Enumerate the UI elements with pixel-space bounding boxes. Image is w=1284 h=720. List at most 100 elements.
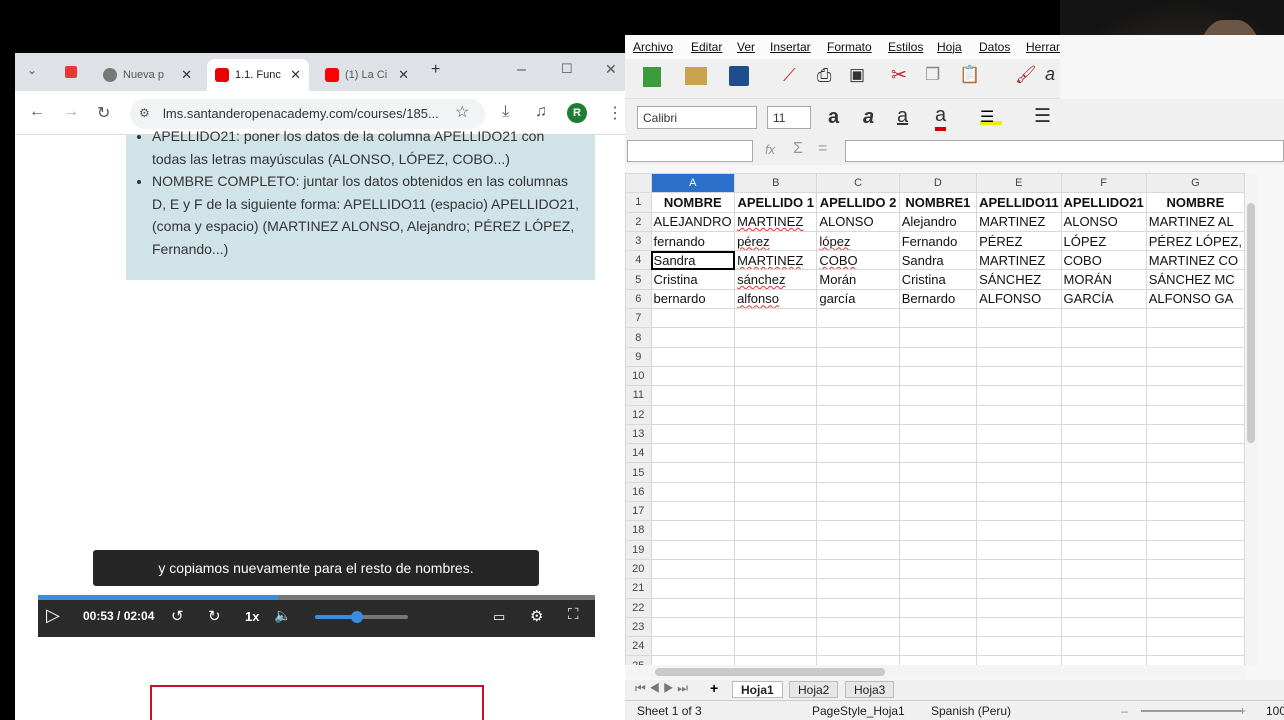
- sum-icon[interactable]: Σ: [793, 140, 803, 158]
- subtitles-icon[interactable]: ▭: [493, 609, 505, 625]
- cell[interactable]: NOMBRE1: [898, 192, 978, 213]
- cell[interactable]: [1145, 636, 1245, 657]
- cell[interactable]: [1145, 520, 1245, 541]
- cell[interactable]: [650, 616, 736, 638]
- cell[interactable]: [1060, 404, 1147, 425]
- row-header[interactable]: 7: [625, 308, 652, 329]
- cell[interactable]: Fernando: [898, 230, 978, 252]
- cell[interactable]: [816, 443, 900, 464]
- zoom-in-icon[interactable]: +: [1239, 704, 1246, 718]
- function-wizard-icon[interactable]: fx: [765, 142, 775, 157]
- row-header[interactable]: 23: [625, 616, 652, 638]
- cell[interactable]: [898, 423, 978, 445]
- cell[interactable]: [1145, 327, 1245, 348]
- cell[interactable]: MARTINEZ: [734, 250, 818, 271]
- cell[interactable]: COBO: [816, 250, 900, 271]
- cell[interactable]: ALFONSO GA: [1145, 288, 1245, 310]
- profile-avatar[interactable]: R: [567, 103, 587, 123]
- cell[interactable]: [816, 308, 900, 329]
- cell[interactable]: fernando: [650, 230, 736, 252]
- cell[interactable]: [734, 481, 818, 503]
- cell[interactable]: [650, 520, 736, 541]
- cell[interactable]: [816, 423, 900, 445]
- tab-youtube[interactable]: (1) La Ci ✕: [317, 59, 417, 91]
- cell[interactable]: [816, 365, 900, 387]
- row-header[interactable]: 13: [625, 423, 652, 445]
- cell[interactable]: [816, 636, 900, 657]
- cell[interactable]: [1060, 385, 1147, 406]
- cell[interactable]: [1060, 462, 1147, 483]
- cell[interactable]: COBO: [1060, 250, 1147, 271]
- cell[interactable]: [976, 423, 1062, 445]
- cell[interactable]: [650, 308, 736, 329]
- cell[interactable]: [650, 443, 736, 464]
- cell[interactable]: [1145, 501, 1245, 522]
- tab-course[interactable]: 1.1. Func ✕: [207, 59, 309, 91]
- cell[interactable]: [1145, 404, 1245, 425]
- site-info-icon[interactable]: ⚙: [139, 106, 150, 120]
- new-tab-button[interactable]: +: [431, 61, 440, 79]
- export-pdf-icon[interactable]: ⟋: [783, 65, 796, 86]
- row-header[interactable]: 5: [625, 269, 652, 290]
- tab-nueva[interactable]: Nueva p ✕: [95, 59, 200, 91]
- cell[interactable]: [734, 539, 818, 560]
- cell[interactable]: [898, 501, 978, 522]
- cell[interactable]: [898, 404, 978, 425]
- cell[interactable]: [650, 365, 736, 387]
- cell[interactable]: [1060, 501, 1147, 522]
- save-icon[interactable]: [729, 66, 749, 86]
- cell[interactable]: [816, 481, 900, 503]
- row-header[interactable]: 2: [625, 211, 652, 232]
- row-header[interactable]: 16: [625, 481, 652, 503]
- cell[interactable]: [898, 597, 978, 618]
- menu-datos[interactable]: Datos: [979, 40, 1010, 54]
- row-header[interactable]: 14: [625, 443, 652, 464]
- cell[interactable]: [976, 597, 1062, 618]
- cell[interactable]: [898, 636, 978, 657]
- cell[interactable]: [976, 520, 1062, 541]
- spellcheck-icon[interactable]: a: [1045, 64, 1055, 85]
- cell[interactable]: [898, 385, 978, 406]
- cell[interactable]: alfonso: [734, 288, 818, 310]
- cell[interactable]: APELLIDO 2: [816, 192, 900, 213]
- cell[interactable]: [976, 501, 1062, 522]
- vertical-scrollbar[interactable]: [1245, 173, 1257, 667]
- language[interactable]: Spanish (Peru): [931, 704, 1011, 718]
- cell[interactable]: [976, 404, 1062, 425]
- font-color-icon[interactable]: a: [935, 104, 947, 131]
- font-name-select[interactable]: Calibri: [637, 106, 757, 129]
- cell[interactable]: [898, 365, 978, 387]
- cell[interactable]: [1145, 385, 1245, 406]
- app-icon[interactable]: [65, 66, 77, 78]
- page-style[interactable]: PageStyle_Hoja1: [812, 704, 905, 718]
- cell[interactable]: [1145, 462, 1245, 483]
- cell[interactable]: MARTINEZ AL: [1145, 211, 1245, 232]
- cell[interactable]: [816, 558, 900, 580]
- row-header[interactable]: 15: [625, 462, 652, 483]
- row-header[interactable]: 3: [625, 230, 652, 252]
- fullscreen-icon[interactable]: ⛶: [568, 606, 579, 623]
- minimize-button[interactable]: –: [517, 61, 526, 79]
- underline-icon[interactable]: a: [897, 105, 908, 128]
- row-header[interactable]: 6: [625, 288, 652, 310]
- column-header[interactable]: A: [650, 173, 736, 194]
- cell[interactable]: [734, 558, 818, 580]
- zoom-out-icon[interactable]: –: [1121, 704, 1128, 718]
- menu-archivo[interactable]: Archivo: [633, 40, 673, 54]
- reload-icon[interactable]: ↻: [97, 103, 110, 123]
- cell[interactable]: [650, 481, 736, 503]
- cell[interactable]: [816, 385, 900, 406]
- back-icon[interactable]: ←: [29, 103, 45, 121]
- cell[interactable]: MORÁN: [1060, 269, 1147, 290]
- cell[interactable]: [734, 385, 818, 406]
- cell[interactable]: [976, 636, 1062, 657]
- cell[interactable]: [650, 501, 736, 522]
- cell[interactable]: [898, 443, 978, 464]
- close-icon[interactable]: ✕: [398, 67, 409, 83]
- cell[interactable]: [1145, 558, 1245, 580]
- cell[interactable]: [1060, 308, 1147, 329]
- bookmark-star-icon[interactable]: ☆: [455, 102, 469, 122]
- volume-knob[interactable]: [350, 611, 363, 623]
- menu-editar[interactable]: Editar: [691, 40, 722, 54]
- cell[interactable]: [898, 462, 978, 483]
